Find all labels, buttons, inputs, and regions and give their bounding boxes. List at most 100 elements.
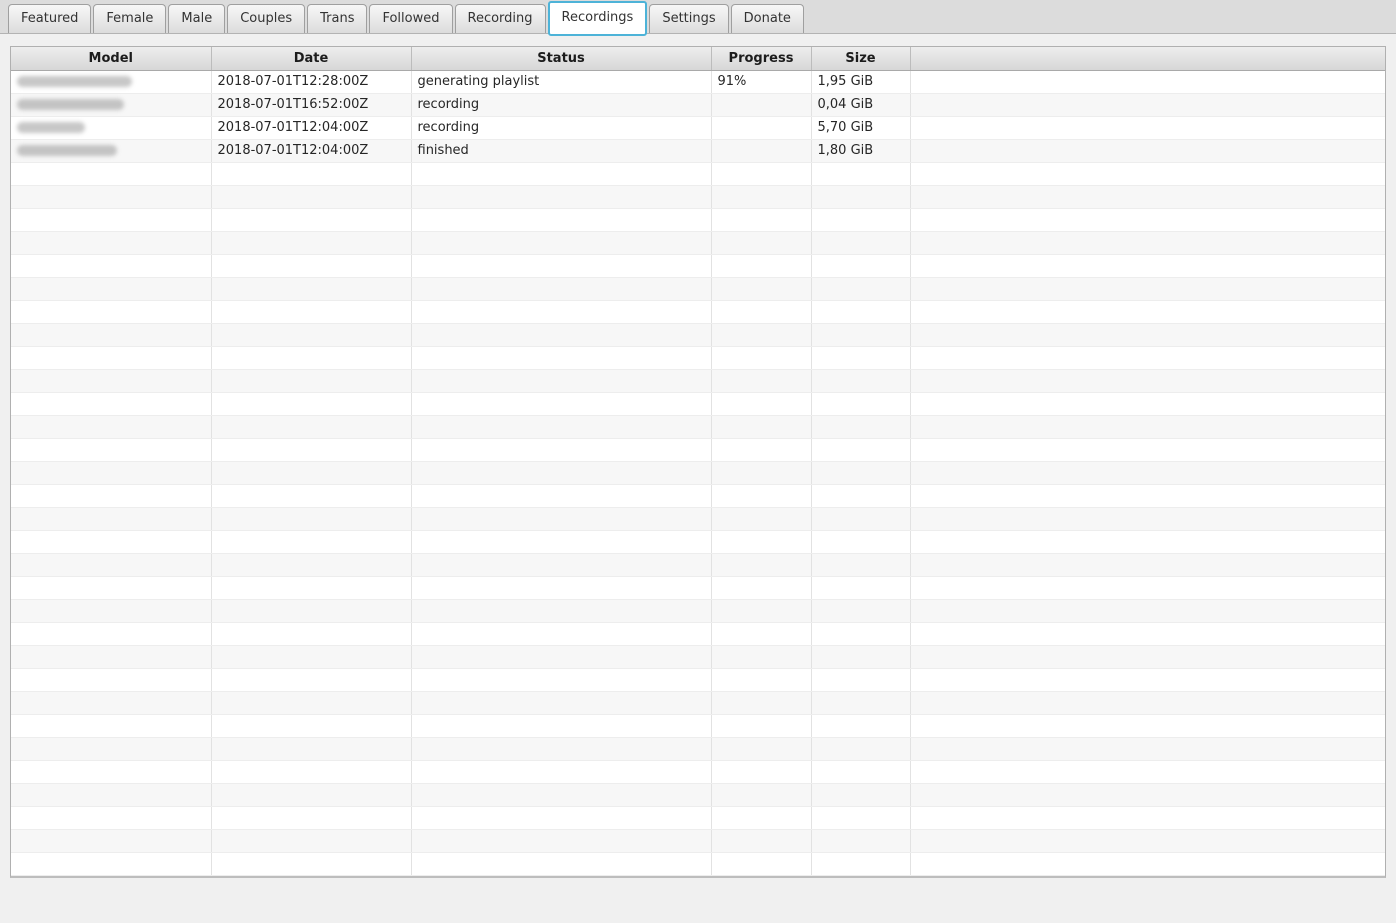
status-cell: recording	[411, 93, 711, 116]
tab-recording[interactable]: Recording	[455, 4, 546, 33]
empty-cell	[811, 346, 910, 369]
tab-featured[interactable]: Featured	[8, 4, 91, 33]
tab-trans[interactable]: Trans	[307, 4, 367, 33]
empty-cell	[811, 760, 910, 783]
empty-cell	[11, 645, 211, 668]
empty-row	[11, 622, 1385, 645]
empty-cell	[811, 300, 910, 323]
empty-cell	[11, 829, 211, 852]
empty-cell	[211, 346, 411, 369]
recording-row[interactable]: 2018-07-01T12:28:00Z generating playlist…	[11, 70, 1385, 93]
filler-cell	[910, 139, 1385, 162]
empty-cell	[11, 438, 211, 461]
empty-cell	[910, 346, 1385, 369]
empty-cell	[910, 507, 1385, 530]
empty-cell	[411, 599, 711, 622]
empty-cell	[811, 369, 910, 392]
empty-cell	[11, 254, 211, 277]
column-header-date[interactable]: Date	[211, 47, 411, 70]
empty-cell	[411, 576, 711, 599]
column-header-status[interactable]: Status	[411, 47, 711, 70]
tab-couples[interactable]: Couples	[227, 4, 305, 33]
tab-bar: Featured Female Male Couples Trans Follo…	[0, 0, 1396, 34]
progress-cell: 91%	[711, 70, 811, 93]
empty-cell	[711, 553, 811, 576]
empty-cell	[811, 645, 910, 668]
empty-cell	[211, 645, 411, 668]
column-header-size[interactable]: Size	[811, 47, 910, 70]
empty-cell	[711, 323, 811, 346]
empty-cell	[11, 507, 211, 530]
empty-cell	[910, 530, 1385, 553]
empty-cell	[211, 208, 411, 231]
empty-cell	[411, 415, 711, 438]
empty-row	[11, 760, 1385, 783]
empty-cell	[411, 783, 711, 806]
empty-cell	[411, 760, 711, 783]
empty-cell	[11, 691, 211, 714]
empty-cell	[711, 300, 811, 323]
tab-recordings[interactable]: Recordings	[548, 1, 648, 36]
empty-cell	[211, 369, 411, 392]
empty-cell	[211, 415, 411, 438]
progress-cell	[711, 93, 811, 116]
empty-cell	[711, 737, 811, 760]
empty-cell	[811, 185, 910, 208]
empty-row	[11, 369, 1385, 392]
empty-cell	[11, 852, 211, 875]
empty-cell	[711, 484, 811, 507]
tab-followed[interactable]: Followed	[369, 4, 452, 33]
date-cell: 2018-07-01T12:04:00Z	[211, 116, 411, 139]
empty-cell	[411, 714, 711, 737]
tab-female[interactable]: Female	[93, 4, 166, 33]
empty-cell	[711, 369, 811, 392]
empty-cell	[411, 461, 711, 484]
empty-cell	[711, 576, 811, 599]
empty-cell	[11, 576, 211, 599]
date-cell: 2018-07-01T12:04:00Z	[211, 139, 411, 162]
tab-settings[interactable]: Settings	[649, 4, 728, 33]
empty-cell	[711, 829, 811, 852]
column-header-progress[interactable]: Progress	[711, 47, 811, 70]
recording-row[interactable]: 2018-07-01T12:04:00Z finished 1,80 GiB	[11, 139, 1385, 162]
empty-cell	[211, 461, 411, 484]
empty-cell	[411, 530, 711, 553]
recording-row[interactable]: 2018-07-01T12:04:00Z recording 5,70 GiB	[11, 116, 1385, 139]
empty-cell	[910, 208, 1385, 231]
empty-cell	[211, 162, 411, 185]
empty-cell	[211, 392, 411, 415]
empty-cell	[411, 622, 711, 645]
empty-cell	[811, 714, 910, 737]
recording-row[interactable]: 2018-07-01T16:52:00Z recording 0,04 GiB	[11, 93, 1385, 116]
tab-donate[interactable]: Donate	[731, 4, 804, 33]
size-cell: 1,80 GiB	[811, 139, 910, 162]
empty-cell	[811, 162, 910, 185]
empty-cell	[211, 806, 411, 829]
empty-cell	[211, 484, 411, 507]
empty-row	[11, 323, 1385, 346]
size-cell: 0,04 GiB	[811, 93, 910, 116]
empty-cell	[11, 208, 211, 231]
empty-cell	[910, 645, 1385, 668]
empty-row	[11, 576, 1385, 599]
empty-cell	[11, 553, 211, 576]
empty-row	[11, 231, 1385, 254]
empty-row	[11, 829, 1385, 852]
empty-cell	[11, 760, 211, 783]
empty-cell	[811, 277, 910, 300]
column-header-model[interactable]: Model	[11, 47, 211, 70]
empty-cell	[211, 323, 411, 346]
empty-cell	[411, 507, 711, 530]
empty-cell	[910, 392, 1385, 415]
empty-cell	[910, 277, 1385, 300]
empty-cell	[411, 806, 711, 829]
empty-cell	[811, 392, 910, 415]
empty-row	[11, 461, 1385, 484]
tab-male[interactable]: Male	[168, 4, 225, 33]
empty-cell	[11, 369, 211, 392]
empty-cell	[711, 162, 811, 185]
empty-cell	[910, 806, 1385, 829]
empty-cell	[910, 760, 1385, 783]
empty-cell	[211, 300, 411, 323]
empty-cell	[11, 806, 211, 829]
